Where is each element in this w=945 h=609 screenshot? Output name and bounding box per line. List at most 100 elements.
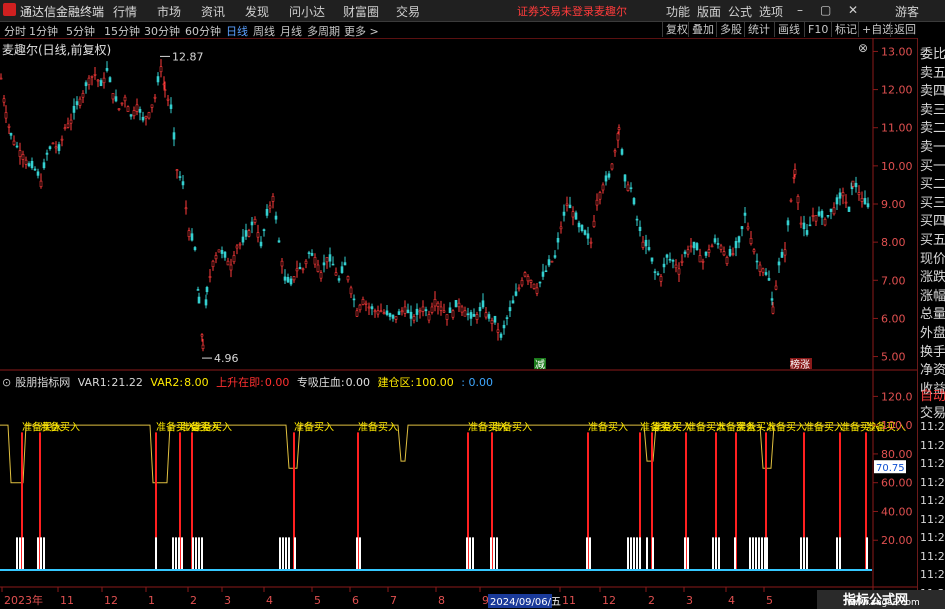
menu-item-function[interactable]: 功能 [666,3,690,20]
menu-item-wealth[interactable]: 财富圈 [343,3,379,20]
candle-body [220,250,224,254]
tool-stats[interactable]: 统计 [744,22,773,37]
menu-item-news[interactable]: 资讯 [201,3,225,20]
date-label: 11 [562,594,576,607]
candle-body [653,271,657,273]
candle-body [328,254,332,262]
tick-time: 11:29 [920,475,945,489]
quote-field: 买一 [920,158,945,174]
indicator-name[interactable]: 股朋指标网 [15,376,70,389]
menu-item-discover[interactable]: 发现 [245,3,269,20]
candle-body [448,307,452,313]
candle-body [144,115,148,119]
indicator-bar [155,537,157,569]
candle-body [4,112,8,119]
menu-item-ask[interactable]: 问小达 [289,3,325,20]
candlestick-series: 12.87 4.96 减 榜涨 [0,50,870,371]
menu-item-market[interactable]: 行情 [113,3,137,20]
candle-body [60,138,64,141]
tool-draw[interactable]: 画线 [774,22,803,37]
period-monthly[interactable]: 月线 [280,23,302,39]
candle-body [668,258,672,261]
candle-body [520,279,524,286]
period-60min[interactable]: 60分钟 [185,23,221,39]
candle-body [349,287,353,295]
indicator-settings-icon[interactable]: ⊙ [2,376,11,389]
menu-item-options[interactable]: 选项 [759,3,783,20]
candle-body [683,251,687,254]
menu-item-layout[interactable]: 版面 [697,3,721,20]
date-label: 5 [314,594,321,607]
candle-body [286,277,290,283]
tool-multi-stock[interactable]: 多股 [716,22,745,37]
badge-left[interactable]: 减 [535,359,545,371]
candle-body [190,233,194,241]
restore-icon[interactable]: ▢ [820,3,831,17]
badge-right[interactable]: 榜涨 [790,358,810,371]
candle-body [397,311,401,315]
tool-back[interactable]: 返回 [890,22,919,37]
candle-body [629,187,633,190]
candle-body [829,208,833,212]
candle-body [677,268,681,275]
indicator-tick-label: 60.00 [881,477,913,490]
period-1min[interactable]: 1分钟 [29,23,58,39]
period-daily[interactable]: 日线 [226,23,248,39]
tool-overlay[interactable]: 叠加 [688,22,717,37]
candle-body [598,192,602,200]
indicator-axis: 120.0 100.0 80.00 60.00 40.00 20.00 70.75 [873,390,913,547]
candle-body [253,218,257,223]
indicator-bar [755,537,757,569]
candle-body [574,212,578,220]
candle-body [553,255,557,258]
candle-body [373,310,377,313]
period-timeshare[interactable]: 分时 [4,23,26,39]
trade-button[interactable]: 交易 [920,402,945,421]
candle-body [659,276,663,282]
tool-mark[interactable]: 标记 [831,22,860,37]
candle-body [340,266,344,273]
indicator-bar [175,537,177,569]
tick-time: 11:29 [920,512,945,526]
stock-short-name: 麦趣尔 [594,5,627,18]
quote-field: 买四 [920,214,945,230]
period-30min[interactable]: 30分钟 [144,23,180,39]
login-warning[interactable]: 证券交易未登录 [517,3,594,19]
candle-body [586,233,590,239]
period-15min[interactable]: 15分钟 [104,23,140,39]
candle-body [153,96,157,99]
menu-item-formula[interactable]: 公式 [728,3,752,20]
close-icon[interactable]: ⊗ [858,41,868,55]
candle-body [728,249,732,256]
candle-body [304,260,308,265]
indicator-tick-label: 100.0 [881,419,913,432]
guest-label[interactable]: 游客 [895,3,919,20]
tool-fuquan[interactable]: 复权 [662,22,691,37]
candle-body [361,299,365,305]
candle-body [271,196,275,202]
candle-body [789,199,793,202]
period-multi[interactable]: 多周期 [307,23,340,39]
candle-body [478,307,482,312]
candle-body [826,215,830,217]
candle-body [379,310,383,313]
chart-canvas[interactable]: 12.874.96减 榜涨 准备买入准备买入 准备买入准备买入准备买入 准备买入 准备买… [0,38,917,609]
candle-body [277,240,281,243]
menu-item-exchange[interactable]: 市场 [157,3,181,20]
candle-body [620,149,624,155]
period-weekly[interactable]: 周线 [253,23,275,39]
candle-body [767,278,771,281]
build-label: 建仓区: [377,376,415,389]
tool-f10[interactable]: F10 [804,22,831,37]
tick-time: 11:29 [920,438,945,452]
close-window-icon[interactable]: ✕ [848,3,858,17]
candle-body [178,176,182,178]
menu-item-trade[interactable]: 交易 [396,3,420,20]
period-5min[interactable]: 5分钟 [66,23,95,39]
minimize-icon[interactable]: – [797,3,803,17]
candle-body [292,276,296,281]
period-more[interactable]: 更多 > [344,23,379,39]
candle-body [75,101,79,106]
candle-body [725,257,729,265]
candle-body [412,316,416,321]
